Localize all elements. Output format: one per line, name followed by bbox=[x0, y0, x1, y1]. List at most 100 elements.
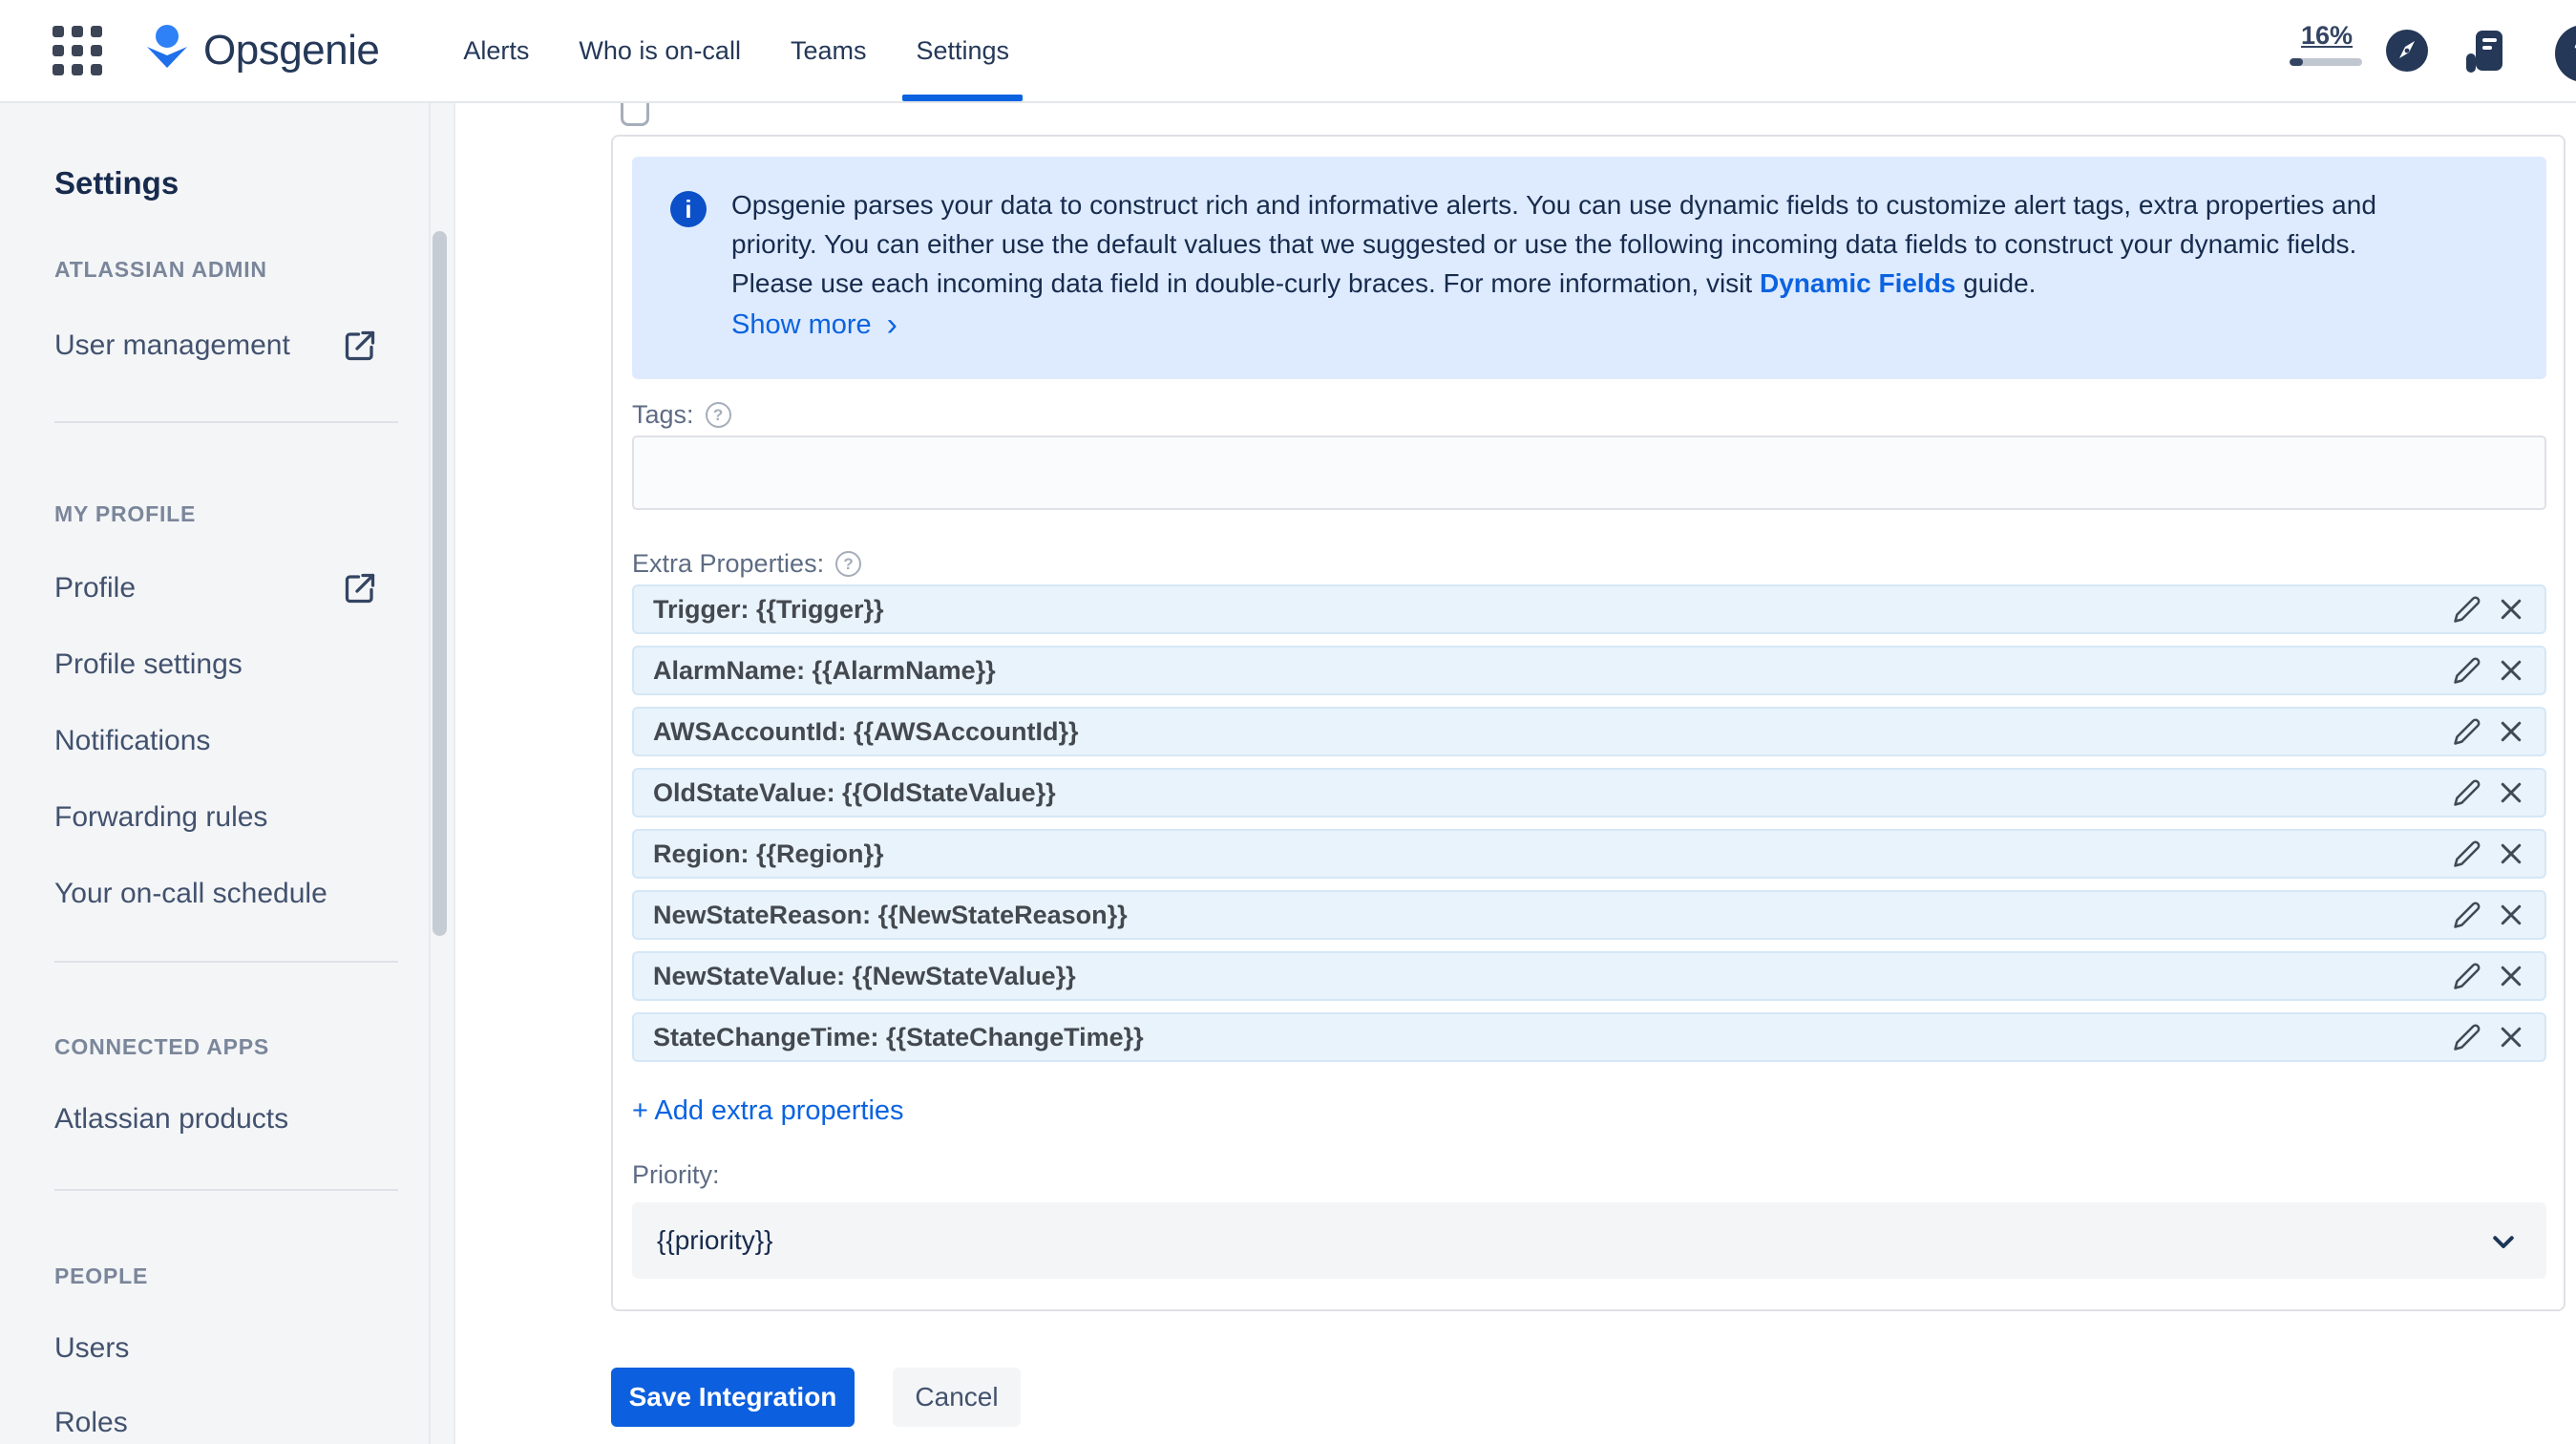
integration-form-card: i Opsgenie parses your data to construct… bbox=[611, 135, 2565, 1311]
sidebar-item-notifications[interactable]: Notifications bbox=[54, 720, 377, 762]
section-header-atlassian-admin: ATLASSIAN ADMIN bbox=[54, 256, 267, 282]
delete-icon[interactable] bbox=[2497, 839, 2525, 868]
sidebar-item-users[interactable]: Users bbox=[54, 1327, 377, 1370]
chevron-right-icon: › bbox=[886, 307, 897, 343]
usage-percent: 16% bbox=[2300, 21, 2354, 50]
delete-icon[interactable] bbox=[2497, 1023, 2525, 1051]
delete-icon[interactable] bbox=[2497, 595, 2525, 624]
extra-property-value: Region: {{Region}} bbox=[653, 839, 884, 868]
sidebar-item-atlassian-products[interactable]: Atlassian products bbox=[54, 1098, 377, 1140]
tags-label: Tags: bbox=[632, 400, 694, 429]
brand-name: Opsgenie bbox=[203, 27, 380, 74]
sidebar-item-your-on-call-schedule[interactable]: Your on-call schedule bbox=[54, 873, 377, 915]
extra-property-row: NewStateValue: {{NewStateValue}} bbox=[632, 951, 2546, 1001]
sidebar-item-user-management[interactable]: User management bbox=[54, 325, 377, 367]
edit-icon[interactable] bbox=[2453, 595, 2481, 624]
help-icon[interactable]: ? bbox=[2555, 25, 2576, 82]
priority-select[interactable]: {{priority}} bbox=[632, 1202, 2546, 1279]
explore-compass-icon[interactable] bbox=[2385, 29, 2429, 77]
primary-nav: Alerts Who is on-call Teams Settings bbox=[438, 0, 1034, 101]
extra-properties-list: Trigger: {{Trigger}} AlarmName: {{AlarmN… bbox=[632, 584, 2546, 1073]
sidebar-item-profile[interactable]: Profile bbox=[54, 567, 377, 609]
info-icon: i bbox=[670, 191, 707, 227]
sidebar-divider bbox=[54, 421, 398, 423]
sidebar-scrollbar-track bbox=[429, 103, 431, 1444]
extra-property-value: OldStateValue: {{OldStateValue}} bbox=[653, 777, 1056, 807]
extra-properties-help-icon[interactable]: ? bbox=[835, 551, 862, 577]
edit-icon[interactable] bbox=[2453, 1023, 2481, 1051]
extra-property-row: Trigger: {{Trigger}} bbox=[632, 584, 2546, 634]
usage-progress-bar bbox=[2290, 58, 2362, 66]
opsgenie-logo-icon bbox=[147, 25, 187, 68]
top-navbar: Opsgenie Alerts Who is on-call Teams Set… bbox=[0, 0, 2576, 103]
nav-item-alerts[interactable]: Alerts bbox=[438, 0, 554, 101]
external-link-icon bbox=[345, 330, 375, 361]
extra-properties-label: Extra Properties: bbox=[632, 549, 825, 578]
add-extra-properties-link[interactable]: + Add extra properties bbox=[632, 1095, 904, 1127]
show-more-link[interactable]: Show more › bbox=[731, 307, 897, 343]
info-banner-line1: Opsgenie parses your data to construct r… bbox=[731, 190, 2376, 220]
section-header-connected-apps: CONNECTED APPS bbox=[54, 1033, 270, 1059]
usage-percent-link[interactable]: 16% bbox=[2290, 21, 2364, 66]
chevron-down-icon bbox=[2493, 1236, 2514, 1248]
priority-value: {{priority}} bbox=[657, 1225, 773, 1255]
tags-label-row: Tags: ? bbox=[632, 400, 731, 430]
extra-property-row: OldStateValue: {{OldStateValue}} bbox=[632, 768, 2546, 818]
nav-item-teams[interactable]: Teams bbox=[766, 0, 892, 101]
sidebar-item-profile-settings[interactable]: Profile settings bbox=[54, 644, 377, 686]
sidebar-divider bbox=[54, 1189, 398, 1191]
extra-property-row: AlarmName: {{AlarmName}} bbox=[632, 646, 2546, 695]
priority-label: Priority: bbox=[632, 1160, 720, 1189]
nav-item-who-is-on-call[interactable]: Who is on-call bbox=[554, 0, 766, 101]
sidebar-title-row: Settings bbox=[54, 162, 377, 204]
extra-property-value: NewStateReason: {{NewStateReason}} bbox=[653, 900, 1128, 929]
sidebar-scrollbar-thumb[interactable] bbox=[433, 231, 447, 936]
edit-icon[interactable] bbox=[2453, 962, 2481, 990]
section-header-people: PEOPLE bbox=[54, 1263, 149, 1288]
extra-property-row: AWSAccountId: {{AWSAccountId}} bbox=[632, 707, 2546, 756]
release-notes-icon[interactable] bbox=[2463, 29, 2507, 79]
sidebar-item-forwarding-rules[interactable]: Forwarding rules bbox=[54, 796, 377, 839]
sidebar-item-roles[interactable]: Roles bbox=[54, 1402, 377, 1444]
delete-icon[interactable] bbox=[2497, 656, 2525, 685]
edit-icon[interactable] bbox=[2453, 778, 2481, 807]
info-banner-line3: Please use each incoming data field in d… bbox=[731, 268, 2037, 298]
sidebar-title: Settings bbox=[54, 165, 179, 201]
extra-property-value: NewStateValue: {{NewStateValue}} bbox=[653, 961, 1076, 990]
edit-icon[interactable] bbox=[2453, 839, 2481, 868]
section-header-my-profile: MY PROFILE bbox=[54, 500, 197, 526]
extra-property-value: Trigger: {{Trigger}} bbox=[653, 594, 884, 624]
settings-sidebar: Settings ATLASSIAN ADMIN User management… bbox=[0, 103, 455, 1444]
delete-icon[interactable] bbox=[2497, 962, 2525, 990]
app-switcher-icon[interactable] bbox=[53, 26, 102, 75]
tags-help-icon[interactable]: ? bbox=[705, 402, 731, 428]
nav-item-settings[interactable]: Settings bbox=[891, 0, 1034, 101]
sidebar-divider bbox=[54, 961, 398, 963]
cancel-button[interactable]: Cancel bbox=[893, 1368, 1021, 1427]
extra-property-row: StateChangeTime: {{StateChangeTime}} bbox=[632, 1012, 2546, 1062]
info-banner-line2: priority. You can either use the default… bbox=[731, 229, 2357, 259]
extra-property-value: AWSAccountId: {{AWSAccountId}} bbox=[653, 716, 1079, 746]
delete-icon[interactable] bbox=[2497, 717, 2525, 746]
info-banner-text: Opsgenie parses your data to construct r… bbox=[731, 185, 2508, 303]
external-link-icon bbox=[345, 573, 375, 604]
edit-icon[interactable] bbox=[2453, 656, 2481, 685]
extra-properties-label-row: Extra Properties: ? bbox=[632, 549, 862, 579]
active-tab-underline bbox=[902, 95, 1024, 101]
integration-settings-main: i Opsgenie parses your data to construct… bbox=[455, 92, 2576, 1444]
edit-icon[interactable] bbox=[2453, 901, 2481, 929]
save-integration-button[interactable]: Save Integration bbox=[611, 1368, 855, 1427]
extra-property-value: StateChangeTime: {{StateChangeTime}} bbox=[653, 1022, 1144, 1051]
tags-input[interactable] bbox=[632, 435, 2546, 510]
usage-progress-fill bbox=[2290, 58, 2303, 66]
edit-icon[interactable] bbox=[2453, 717, 2481, 746]
extra-property-value: AlarmName: {{AlarmName}} bbox=[653, 655, 996, 685]
info-banner: i Opsgenie parses your data to construct… bbox=[632, 157, 2546, 379]
extra-property-row: Region: {{Region}} bbox=[632, 829, 2546, 879]
extra-property-row: NewStateReason: {{NewStateReason}} bbox=[632, 890, 2546, 940]
delete-icon[interactable] bbox=[2497, 778, 2525, 807]
priority-label-row: Priority: bbox=[632, 1160, 720, 1190]
dynamic-fields-link[interactable]: Dynamic Fields bbox=[1760, 268, 1955, 298]
opsgenie-logo[interactable]: Opsgenie bbox=[144, 24, 380, 77]
delete-icon[interactable] bbox=[2497, 901, 2525, 929]
